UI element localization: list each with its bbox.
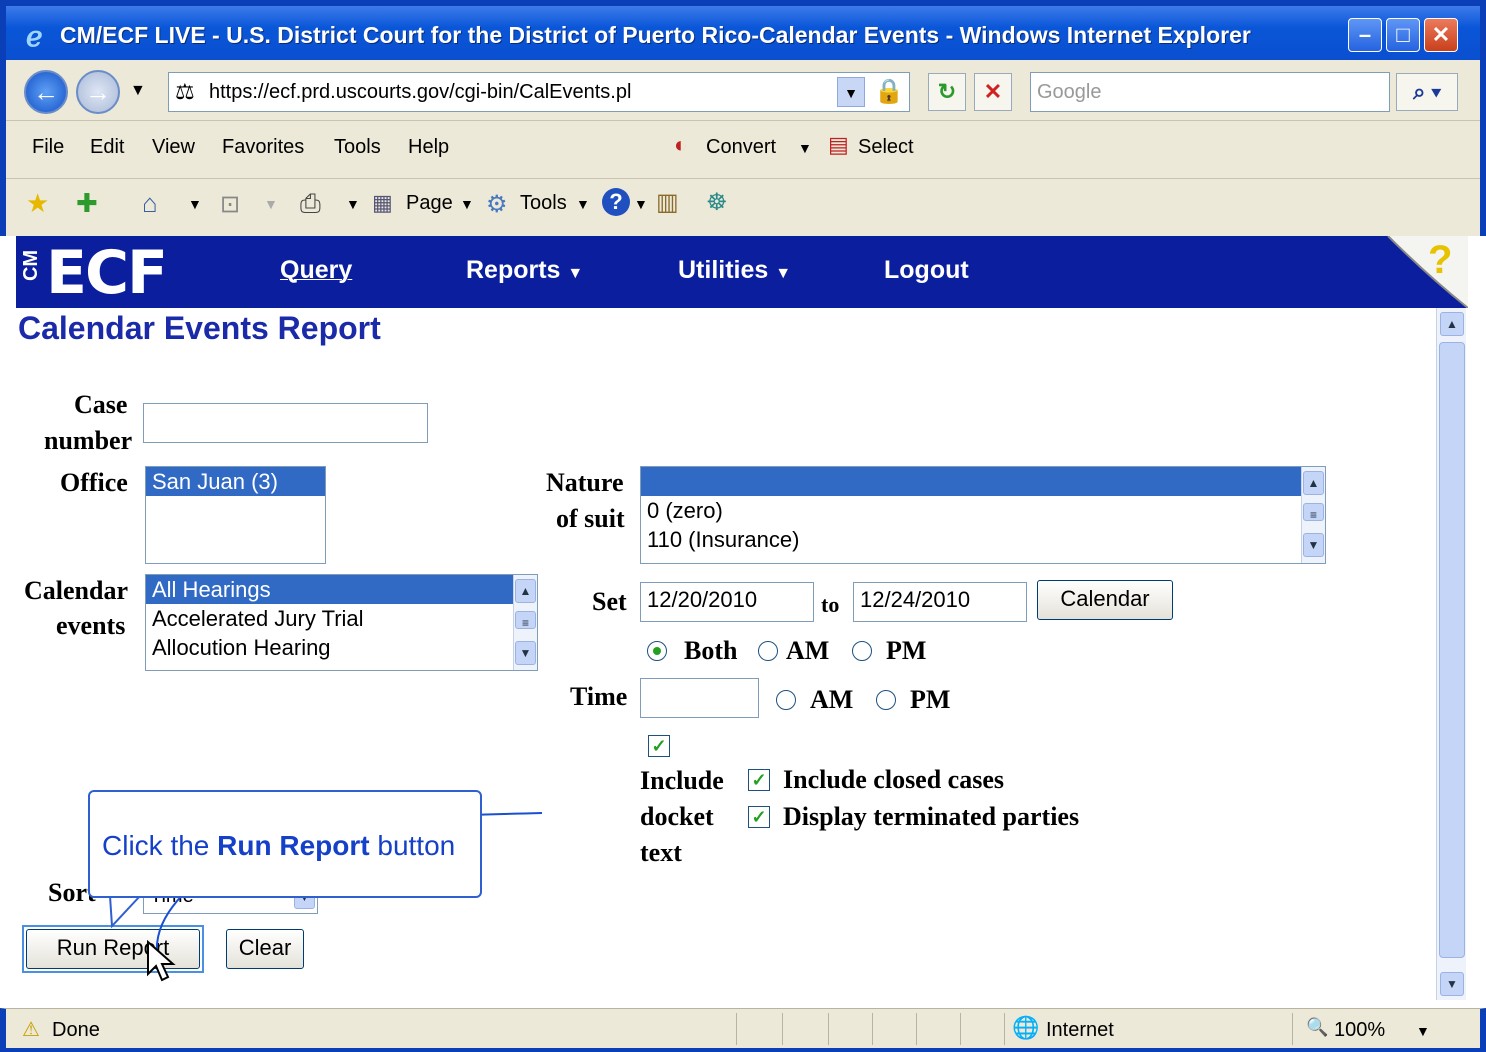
zoom-level[interactable]: 100% [1334, 1019, 1385, 1042]
internet-globe-icon: 🌐 [1012, 1015, 1040, 1040]
callout-suffix: button [369, 830, 456, 861]
page-scroll-down-icon[interactable]: ▼ [1440, 972, 1464, 996]
zone-text: Internet [1046, 1019, 1114, 1041]
page-scroll-up-icon[interactable]: ▲ [1440, 312, 1464, 336]
zoom-icon: 🔍 [1306, 1017, 1329, 1037]
status-text: Done [52, 1019, 100, 1041]
callout-bold: Run Report [217, 830, 370, 861]
zoom-dropdown-icon[interactable]: ▼ [1416, 1023, 1430, 1039]
page-scroll-thumb[interactable] [1439, 342, 1465, 958]
callout-prefix: Click the [102, 830, 218, 861]
page-scrollbar[interactable]: ▲ ▼ [1436, 308, 1466, 1000]
status-bar: ⚠ Done 🌐 Internet 🔍 100% ▼ [0, 1008, 1486, 1052]
status-divider [828, 1013, 829, 1045]
callout-box: Click the Run Report button [88, 790, 482, 898]
status-divider [736, 1013, 737, 1045]
status-divider [1292, 1013, 1293, 1045]
status-divider [872, 1013, 873, 1045]
mouse-cursor-icon [147, 940, 176, 982]
status-divider [782, 1013, 783, 1045]
status-divider [960, 1013, 961, 1045]
warning-icon: ⚠ [22, 1019, 40, 1041]
status-divider [916, 1013, 917, 1045]
callout-text: Click the Run Report button [102, 830, 455, 862]
status-divider [1004, 1013, 1005, 1045]
